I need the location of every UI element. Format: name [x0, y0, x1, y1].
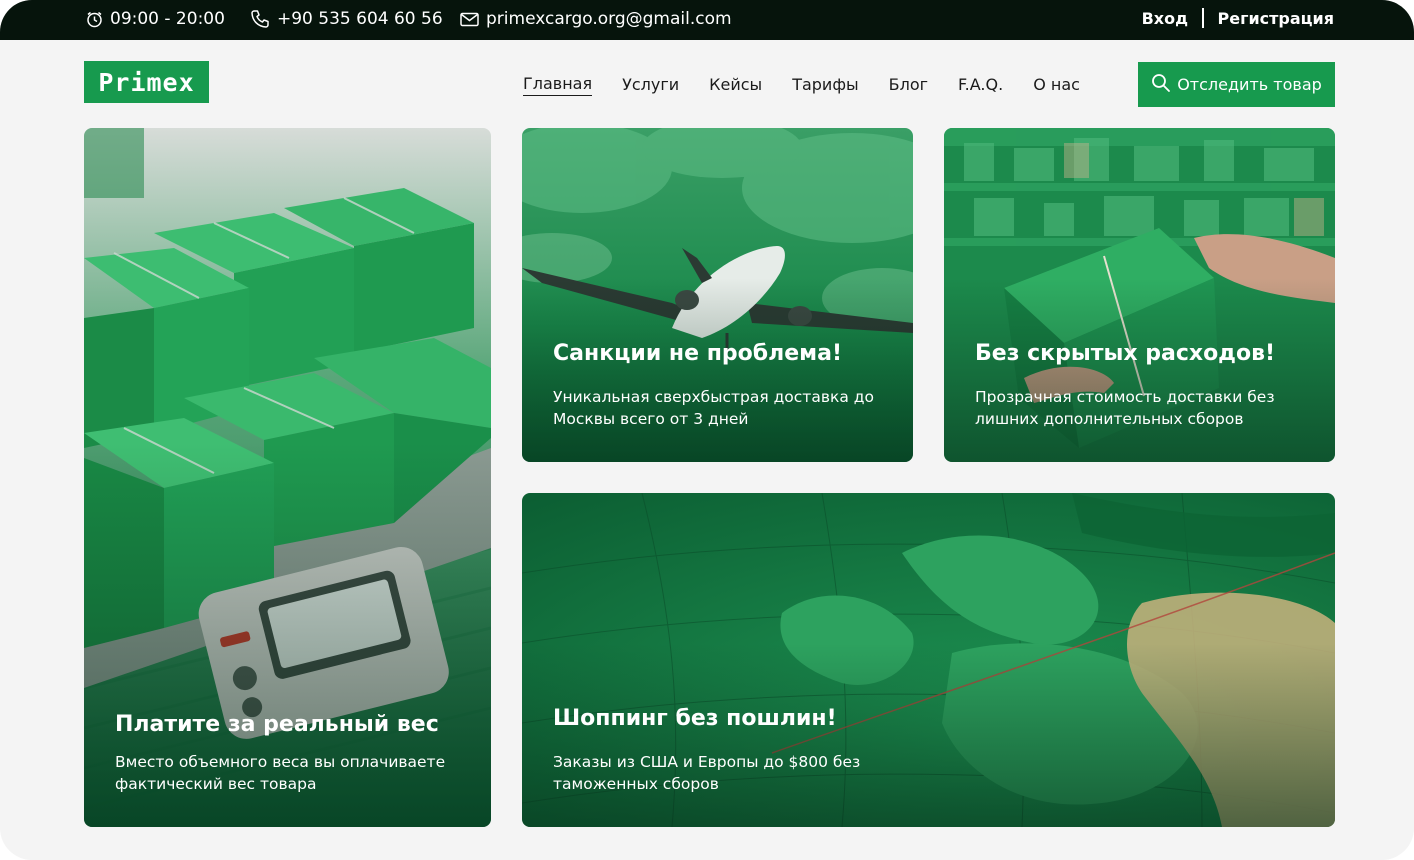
card-title: Платите за реальный вес — [115, 712, 439, 737]
feature-card-real-weight[interactable]: Платите за реальный вес Вместо объемного… — [84, 128, 491, 827]
email-link[interactable]: primexcargo.org@gmail.com — [460, 9, 732, 29]
email-text: primexcargo.org@gmail.com — [486, 9, 732, 29]
card-title: Без скрытых расходов! — [975, 341, 1276, 366]
nav-item-cases[interactable]: Кейсы — [709, 75, 762, 96]
nav-item-tariffs[interactable]: Тарифы — [792, 75, 858, 96]
top-bar: 09:00 - 20:00 +90 535 604 60 56 primexca… — [0, 0, 1414, 40]
working-hours: 09:00 - 20:00 — [86, 9, 225, 29]
mail-icon — [460, 12, 479, 27]
track-parcel-label: Отследить товар — [1177, 75, 1322, 94]
nav-item-services[interactable]: Услуги — [622, 75, 679, 96]
card-description: Заказы из США и Европы до $800 без тамож… — [553, 753, 861, 793]
login-link[interactable]: Вход — [1142, 9, 1188, 28]
track-parcel-button[interactable]: Отследить товар — [1138, 62, 1335, 107]
search-icon — [1151, 73, 1171, 97]
nav-item-blog[interactable]: Блог — [889, 75, 928, 96]
register-link[interactable]: Регистрация — [1218, 9, 1335, 28]
clock-icon — [86, 11, 103, 28]
auth-divider — [1202, 8, 1204, 28]
feature-card-duty-free-shopping[interactable]: Шоппинг без пошлин! Заказы из США и Евро… — [522, 493, 1335, 827]
nav-item-about[interactable]: О нас — [1033, 75, 1080, 96]
card-description: Уникальная сверхбыстрая доставка до Моск… — [553, 388, 874, 428]
card-description: Вместо объемного веса вы оплачиваете фак… — [115, 753, 446, 793]
page-frame: 09:00 - 20:00 +90 535 604 60 56 primexca… — [0, 0, 1414, 860]
phone-icon — [250, 9, 270, 29]
phone-text: +90 535 604 60 56 — [277, 9, 443, 29]
auth-links: Вход Регистрация — [1142, 8, 1334, 28]
card-title: Санкции не проблема! — [553, 341, 843, 366]
feature-card-no-hidden-costs[interactable]: Без скрытых расходов! Прозрачная стоимос… — [944, 128, 1335, 462]
nav-item-home[interactable]: Главная — [523, 74, 593, 96]
nav-item-faq[interactable]: F.A.Q. — [958, 75, 1003, 96]
main-nav: Главная Услуги Кейсы Тарифы Блог F.A.Q. … — [523, 74, 1110, 96]
logo[interactable]: Primex — [84, 61, 209, 103]
working-hours-text: 09:00 - 20:00 — [110, 9, 225, 29]
feature-card-sanctions[interactable]: Санкции не проблема! Уникальная сверхбыс… — [522, 128, 913, 462]
card-description: Прозрачная стоимость доставки без лишних… — [975, 388, 1275, 428]
card-title: Шоппинг без пошлин! — [553, 706, 837, 731]
phone-link[interactable]: +90 535 604 60 56 — [250, 9, 443, 29]
